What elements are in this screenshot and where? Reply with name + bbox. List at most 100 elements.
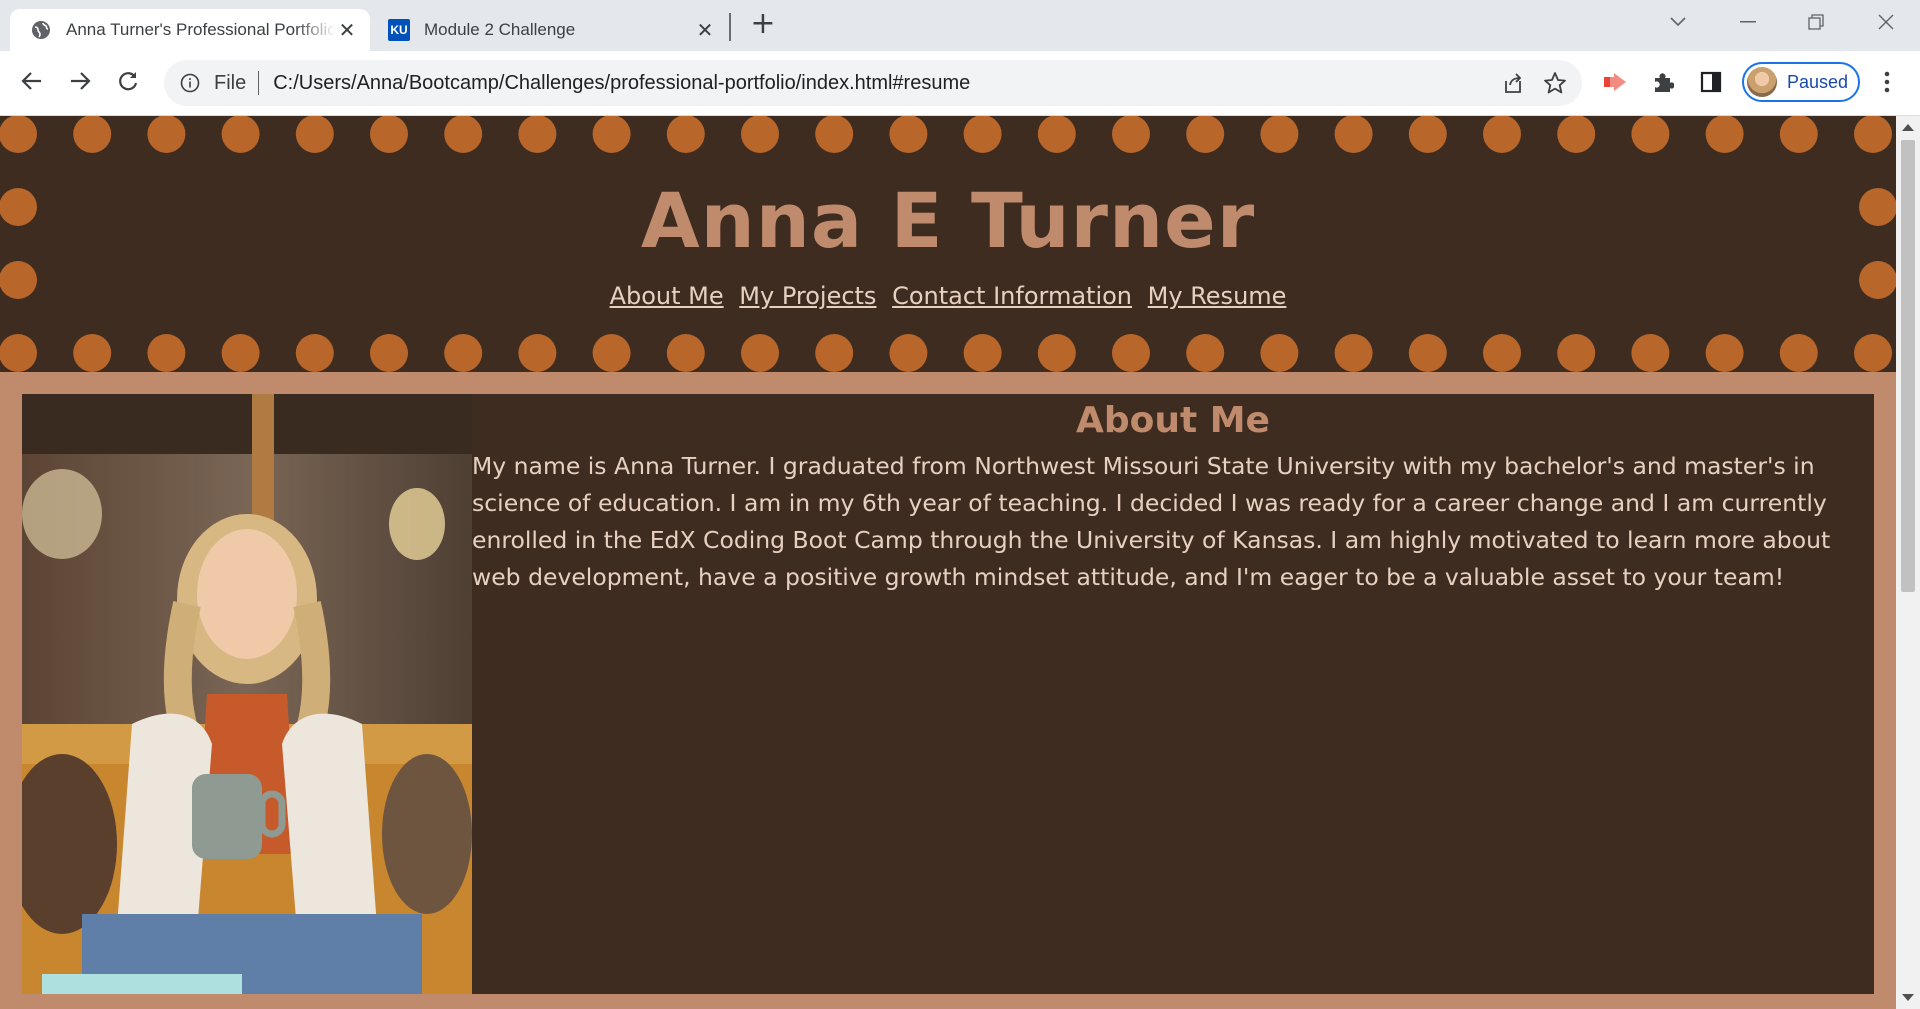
decorative-dot — [1779, 116, 1818, 153]
back-arrow-icon[interactable] — [14, 63, 50, 99]
tab-module-2[interactable]: KU Module 2 Challenge ✕ — [378, 9, 728, 51]
decorative-dot — [666, 116, 705, 153]
decorative-dot — [815, 334, 854, 372]
decorative-dot — [73, 116, 112, 153]
decorative-dot — [1779, 334, 1818, 372]
decorative-dot — [370, 334, 408, 372]
decorative-dot — [1037, 334, 1076, 372]
tab-portfolio[interactable]: Anna Turner's Professional Portfolio ✕ — [10, 9, 370, 51]
tab-title: Module 2 Challenge — [424, 20, 576, 39]
decorative-dot — [1483, 116, 1521, 153]
about-me-heading: About Me — [1076, 400, 1270, 441]
close-icon[interactable]: ✕ — [694, 19, 716, 42]
decorative-dot — [1112, 116, 1150, 153]
decorative-dot — [963, 116, 1002, 153]
decorative-dot — [1334, 116, 1373, 153]
decorative-dot — [1037, 116, 1076, 153]
decorative-dot — [1112, 334, 1150, 372]
decorative-dot — [73, 334, 112, 372]
more-menu-icon[interactable] — [1870, 65, 1904, 99]
decorative-dot — [1186, 334, 1225, 372]
address-bar[interactable]: File C:/Users/Anna/Bootcamp/Challenges/p… — [164, 60, 1582, 106]
decorative-dot — [1705, 334, 1744, 372]
decorative-dot — [518, 116, 557, 153]
decorative-dot — [1260, 334, 1299, 372]
nav-link-my-projects[interactable]: My Projects — [739, 282, 876, 310]
decorative-dot — [295, 116, 334, 153]
decorative-dot — [1483, 334, 1521, 372]
decorative-dot — [592, 116, 631, 153]
ku-icon: KU — [388, 19, 410, 41]
profile-button[interactable]: Paused — [1742, 62, 1860, 102]
avatar — [1747, 67, 1777, 97]
about-me-paragraph: My name is Anna Turner. I graduated from… — [472, 452, 1831, 591]
decorative-dot — [741, 116, 779, 153]
tab-strip: Anna Turner's Professional Portfolio ✕ K… — [0, 0, 1920, 51]
decorative-dot — [815, 116, 854, 153]
decorative-dot — [1186, 116, 1225, 153]
url-text[interactable]: C:/Users/Anna/Bootcamp/Challenges/profes… — [273, 72, 1498, 95]
decorative-dot — [1631, 334, 1670, 372]
nav-link-contact-information[interactable]: Contact Information — [892, 282, 1132, 310]
share-icon[interactable] — [1498, 68, 1528, 98]
side-panel-icon[interactable] — [1694, 65, 1728, 99]
tab-search-chevron-icon[interactable] — [1658, 6, 1698, 38]
info-icon[interactable] — [178, 71, 202, 95]
page-viewport: Anna E Turner About Me My Projects Conta… — [0, 116, 1896, 1009]
about-me-section: About Me My name is Anna Turner. I gradu… — [22, 394, 1874, 994]
tab-separator — [729, 13, 731, 41]
site-header: Anna E Turner About Me My Projects Conta… — [0, 116, 1896, 372]
decorative-dot — [741, 334, 779, 372]
omnibox-divider — [258, 71, 260, 95]
decorative-dot — [0, 116, 37, 153]
decorative-dot — [1705, 116, 1744, 153]
restore-icon[interactable] — [1796, 6, 1836, 38]
extension-arrow-icon[interactable] — [1598, 65, 1632, 99]
decorative-dot — [1631, 116, 1670, 153]
decorative-dot — [1557, 334, 1596, 372]
bookmark-star-icon[interactable] — [1540, 68, 1570, 98]
decorative-dot — [147, 334, 186, 372]
decorative-dot — [444, 116, 483, 153]
reload-icon[interactable] — [110, 63, 146, 99]
browser-toolbar: File C:/Users/Anna/Bootcamp/Challenges/p… — [0, 51, 1920, 116]
close-window-icon[interactable] — [1866, 6, 1906, 38]
minimize-icon[interactable] — [1728, 6, 1768, 38]
decorative-dot — [370, 116, 408, 153]
decorative-dot — [666, 334, 705, 372]
decorative-dot — [1854, 334, 1892, 372]
decorative-dot — [889, 116, 928, 153]
decorative-dot — [221, 116, 260, 153]
decorative-dot — [444, 334, 483, 372]
nav-link-about-me[interactable]: About Me — [610, 282, 724, 310]
new-tab-button[interactable]: + — [748, 9, 778, 40]
decorative-dot — [1557, 116, 1596, 153]
decorative-dot — [518, 334, 557, 372]
scroll-up-arrow-icon[interactable] — [1902, 124, 1914, 131]
decorative-dot — [1260, 116, 1299, 153]
decorative-dot — [1408, 116, 1447, 153]
decorative-dot — [295, 334, 334, 372]
scroll-thumb[interactable] — [1901, 140, 1915, 592]
close-icon[interactable]: ✕ — [336, 19, 358, 42]
page-title: Anna E Turner — [640, 176, 1256, 265]
tab-title: Anna Turner's Professional Portfolio — [66, 20, 336, 39]
decorative-dot — [0, 334, 37, 372]
decorative-dot — [1334, 334, 1373, 372]
decorative-dot — [1854, 116, 1892, 153]
site-navigation: About Me My Projects Contact Information… — [0, 282, 1896, 310]
decorative-dot — [963, 334, 1002, 372]
decorative-dot — [147, 116, 186, 153]
nav-link-my-resume[interactable]: My Resume — [1148, 282, 1287, 310]
forward-arrow-icon[interactable] — [62, 63, 98, 99]
profile-status-label: Paused — [1787, 71, 1849, 92]
portrait-photo — [22, 394, 472, 994]
scroll-down-arrow-icon[interactable] — [1902, 994, 1914, 1001]
extensions-puzzle-icon[interactable] — [1646, 65, 1680, 99]
decorative-dot — [221, 334, 260, 372]
decorative-dot — [1408, 334, 1447, 372]
page-scrollbar[interactable] — [1896, 116, 1920, 1009]
globe-icon — [30, 19, 52, 41]
decorative-dot — [592, 334, 631, 372]
decorative-dot — [889, 334, 928, 372]
